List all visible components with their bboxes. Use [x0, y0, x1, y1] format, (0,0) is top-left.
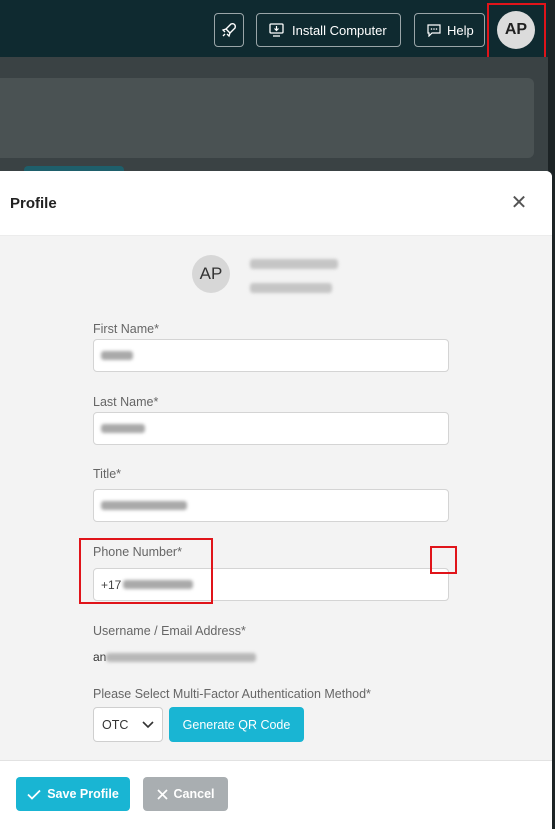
highlight-box-phone — [79, 538, 213, 604]
profile-avatar: AP — [192, 255, 230, 293]
last-name-blurred — [101, 424, 145, 433]
mfa-selected-value: OTC — [102, 717, 129, 732]
username-value-text: an — [93, 650, 107, 664]
close-icon — [156, 788, 168, 800]
background-card — [0, 78, 534, 158]
cancel-label: Cancel — [173, 787, 215, 801]
title-input[interactable] — [93, 489, 449, 522]
rocket-button[interactable] — [214, 13, 244, 47]
first-name-blurred — [101, 351, 133, 360]
close-icon[interactable]: ✕ — [510, 193, 528, 213]
profile-dialog: Profile ✕ AP First Name* Last Name* Titl… — [0, 171, 552, 829]
dialog-footer: Save Profile Cancel — [0, 760, 552, 829]
monitor-download-icon — [269, 23, 284, 37]
highlight-box-small — [430, 546, 457, 574]
profile-name-blurred — [250, 259, 338, 269]
first-name-label: First Name* — [93, 322, 159, 336]
top-bar: Install Computer Help AP — [0, 0, 548, 57]
first-name-input[interactable] — [93, 339, 449, 372]
save-profile-label: Save Profile — [47, 787, 119, 801]
highlight-box-avatar — [487, 3, 546, 65]
install-computer-button[interactable]: Install Computer — [256, 13, 401, 47]
username-blurred — [106, 652, 257, 662]
generate-qr-code-button[interactable]: Generate QR Code — [169, 707, 304, 742]
install-computer-label: Install Computer — [292, 22, 387, 38]
username-label: Username / Email Address* — [93, 624, 246, 638]
title-label: Title* — [93, 467, 122, 481]
help-label: Help — [447, 22, 474, 38]
rocket-icon — [221, 23, 236, 38]
username-value: an — [93, 650, 257, 664]
last-name-label: Last Name* — [93, 395, 159, 409]
save-profile-button[interactable]: Save Profile — [16, 777, 130, 811]
cancel-button[interactable]: Cancel — [143, 777, 228, 811]
check-icon — [27, 789, 41, 800]
chevron-down-icon — [142, 720, 154, 728]
help-button[interactable]: Help — [414, 13, 485, 47]
mfa-label: Please Select Multi-Factor Authenticatio… — [93, 687, 371, 701]
dialog-title: Profile — [10, 194, 57, 212]
mfa-method-select[interactable]: OTC — [93, 707, 163, 742]
profile-role-blurred — [250, 283, 332, 293]
last-name-input[interactable] — [93, 412, 449, 445]
chat-icon — [427, 23, 441, 37]
dialog-header: Profile — [0, 171, 552, 236]
title-blurred — [101, 501, 187, 510]
